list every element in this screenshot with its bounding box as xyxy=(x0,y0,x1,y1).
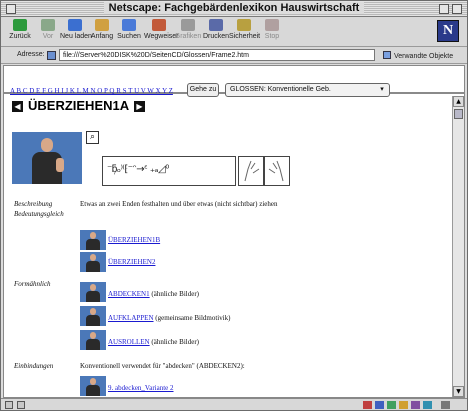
sign-video[interactable] xyxy=(12,132,82,184)
scroll-down-icon[interactable]: ▼ xyxy=(453,386,464,397)
stop-icon xyxy=(265,19,279,31)
related-objects-icon xyxy=(383,51,391,59)
scroll-up-icon[interactable]: ▲ xyxy=(453,96,464,107)
next-entry-icon[interactable]: ▶ xyxy=(134,101,145,112)
home-icon xyxy=(95,19,109,31)
toolbar-button[interactable]: Drucken xyxy=(201,19,231,45)
variant-link[interactable]: ÜBERZIEHEN2 xyxy=(108,258,155,266)
browser-window: Netscape: Fachgebärdenlexikon Hauswirtsc… xyxy=(0,0,468,411)
similar-thumbnail[interactable] xyxy=(80,306,106,326)
vertical-scrollbar[interactable]: ▲ ▼ xyxy=(452,96,464,397)
status-bar xyxy=(1,398,467,410)
hamnosys-notation: ⁻ƃ᷊ₒ⁾⁽⁅⁻ᵔ→ᵋ ₊ₐ◿⁰ xyxy=(102,156,236,186)
magnify-icon[interactable]: ⌕ xyxy=(86,131,99,144)
description-text: Etwas an zwei Enden festhalten und über … xyxy=(80,200,278,208)
toolbar-button-label: Drucken xyxy=(202,33,230,40)
toolbar-button-label: Vor xyxy=(42,33,54,40)
resize-handle-icon[interactable] xyxy=(441,401,450,409)
usage-link[interactable]: 9. abdecken_Variante 2 xyxy=(108,384,174,392)
security-status-icon[interactable] xyxy=(5,401,13,409)
component-bar-icon[interactable] xyxy=(411,401,420,409)
location-bar: Adresse: file:///Server%20DISK%20D/Seite… xyxy=(1,47,467,64)
lock-icon xyxy=(237,19,251,31)
print-icon xyxy=(209,19,223,31)
handshape-right-icon xyxy=(264,156,290,186)
toolbar-button-label: Neu laden xyxy=(60,33,92,40)
navigation-toolbar: Zurück Vor Neu laden Anfang Suchen Wegweiser G… xyxy=(1,17,467,47)
title-bar[interactable]: Netscape: Fachgebärdenlexikon Hauswirtsc… xyxy=(1,1,467,17)
reload-icon xyxy=(68,19,82,31)
gloss-select[interactable]: GLOSSEN: Konventionelle Geb. ▾ xyxy=(225,83,390,97)
toolbar-button-label: Grafiken xyxy=(174,33,202,40)
toolbar-button-label: Zurück xyxy=(9,33,31,40)
scroll-thumb[interactable] xyxy=(454,109,463,119)
component-bar-icon[interactable] xyxy=(375,401,384,409)
similar-link[interactable]: AUSROLLEN (ähnliche Bilder) xyxy=(108,338,199,346)
variant-thumbnail[interactable] xyxy=(80,230,106,250)
toolbar-button[interactable]: Grafiken xyxy=(173,19,203,45)
previous-entry-icon[interactable]: ◀ xyxy=(12,101,23,112)
similar-thumbnail[interactable] xyxy=(80,330,106,350)
search-icon xyxy=(122,19,136,31)
related-objects-button[interactable]: Verwandte Objekte xyxy=(383,51,453,60)
component-bar-icon[interactable] xyxy=(423,401,432,409)
images-icon xyxy=(181,19,195,31)
toolbar-button-label: Stop xyxy=(264,33,280,40)
variant-thumbnail[interactable] xyxy=(80,252,106,272)
go-to-button[interactable]: Gehe zu xyxy=(187,83,219,97)
toolbar-button-label: Wegweiser xyxy=(144,33,179,40)
usage-thumbnail[interactable] xyxy=(80,376,106,396)
netscape-logo-icon[interactable]: N xyxy=(437,20,459,42)
toolbar-button[interactable]: Sicherheit xyxy=(229,19,261,45)
guide-icon xyxy=(152,19,166,31)
toolbar-button-label: Sicherheit xyxy=(229,33,261,40)
page-content: A B C D E F G H I J K L M N O P Q R S T … xyxy=(3,65,465,398)
entry-headword: ÜBERZIEHEN1A xyxy=(28,98,130,113)
toolbar-button-label: Anfang xyxy=(90,33,114,40)
top-frame: A B C D E F G H I J K L M N O P Q R S T … xyxy=(4,66,464,97)
signer-head xyxy=(41,138,53,152)
connection-status-icon xyxy=(17,401,25,409)
usage-text: Konventionell verwendet für "abdecken" (… xyxy=(80,362,245,370)
gloss-select-value: GLOSSEN: Konventionelle Geb. xyxy=(230,86,331,93)
zoom-box-icon[interactable] xyxy=(439,4,449,14)
main-frame: ◀ ÜBERZIEHEN1A ▶ ⌕ ⁻ƃ᷊ₒ⁾⁽⁅⁻ᵔ→ᵋ ₊ₐ◿⁰ Besc… xyxy=(4,96,464,397)
window-title: Netscape: Fachgebärdenlexikon Hauswirtsc… xyxy=(1,2,467,14)
usage-label: Einbindungen xyxy=(14,362,54,370)
similar-thumbnail[interactable] xyxy=(80,282,106,302)
toolbar-button[interactable]: Stop xyxy=(257,19,287,45)
component-bar-icon[interactable] xyxy=(363,401,372,409)
alphabet-links[interactable]: A B C D E F G H I J K L M N O P Q R S T … xyxy=(10,87,173,95)
component-bar-icon[interactable] xyxy=(387,401,396,409)
toolbar-button[interactable]: Vor xyxy=(33,19,63,45)
address-input[interactable]: file:///Server%20DISK%20D/SeitenCD/Gloss… xyxy=(59,49,375,61)
variant-link[interactable]: ÜBERZIEHEN1B xyxy=(108,236,160,244)
description-label: Beschreibung xyxy=(14,200,53,208)
component-bar-icon[interactable] xyxy=(399,401,408,409)
page-proxy-icon[interactable] xyxy=(47,51,56,60)
toolbar-button[interactable]: Zurück xyxy=(5,19,35,45)
forward-arrow-icon xyxy=(41,19,55,31)
chevron-down-icon: ▾ xyxy=(380,86,384,93)
toolbar-button[interactable]: Suchen xyxy=(114,19,144,45)
similar-label: Formähnlich xyxy=(14,280,51,288)
toolbar-button[interactable]: Anfang xyxy=(87,19,117,45)
similar-link[interactable]: ABDECKEN1 (ähnliche Bilder) xyxy=(108,290,199,298)
collapse-box-icon[interactable] xyxy=(452,4,462,14)
toolbar-button[interactable]: Wegweiser xyxy=(144,19,179,45)
toolbar-button[interactable]: Neu laden xyxy=(60,19,92,45)
toolbar-button-label: Suchen xyxy=(117,33,141,40)
back-arrow-icon xyxy=(13,19,27,31)
similar-link[interactable]: AUFKLAPPEN (gemeinsame Bildmotivik) xyxy=(108,314,231,322)
signer-arm xyxy=(56,158,64,172)
address-label: Adresse: xyxy=(17,51,45,58)
variants-label: Bedeutungsgleich xyxy=(14,210,64,218)
handshape-left-icon xyxy=(238,156,264,186)
